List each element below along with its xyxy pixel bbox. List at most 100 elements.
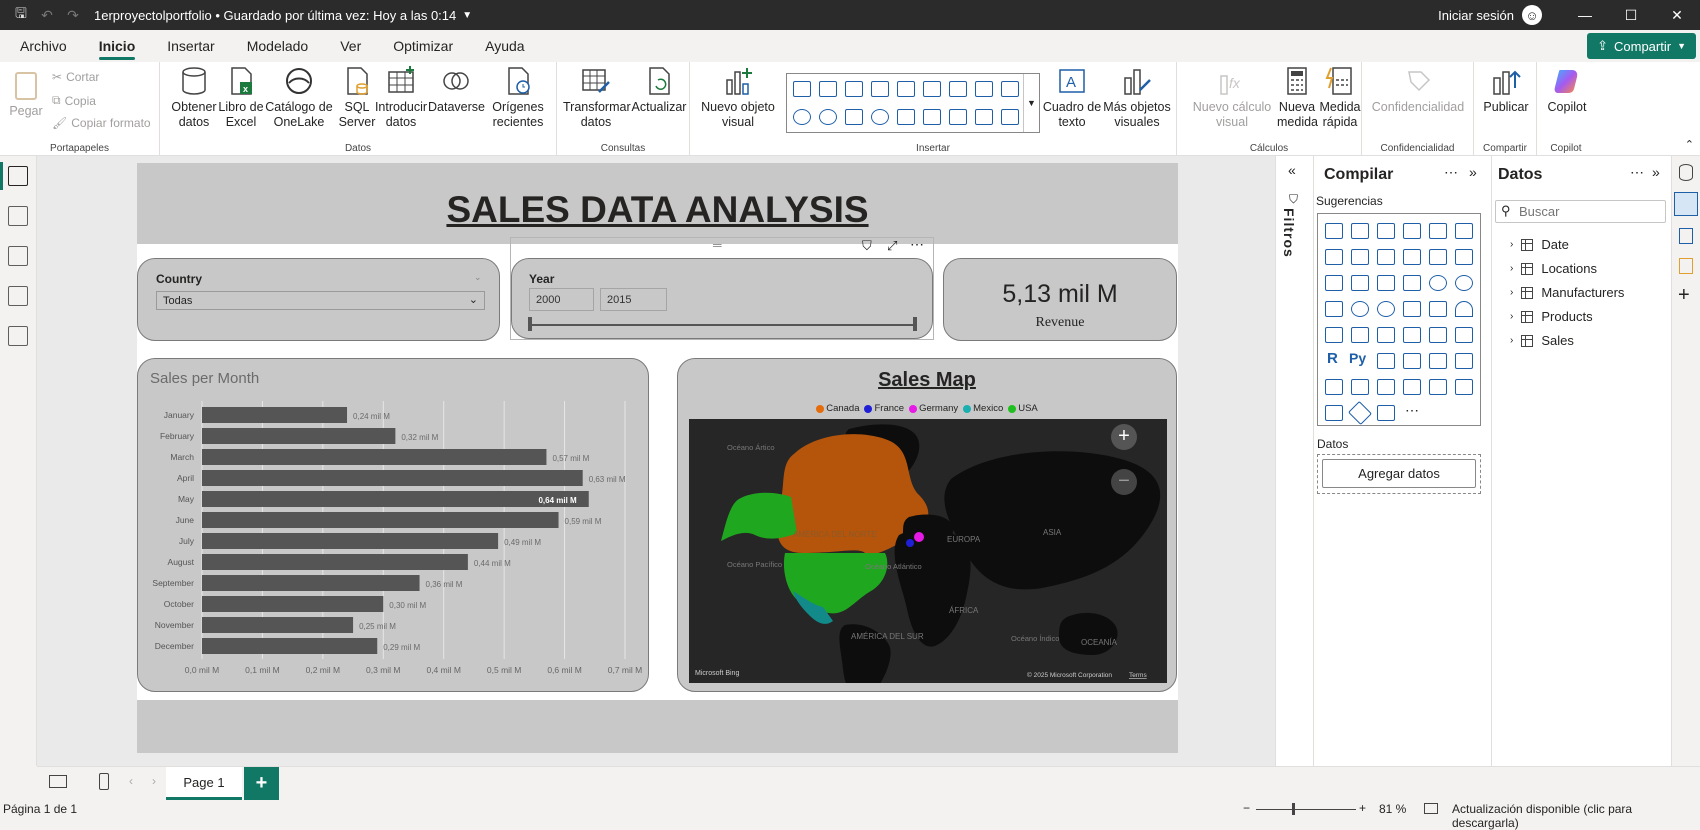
gallery-visual-icon[interactable]	[1001, 109, 1019, 125]
bar-may[interactable]	[202, 491, 589, 507]
matrix-icon[interactable]	[1455, 327, 1473, 343]
more-options-icon[interactable]: ⋯	[1444, 164, 1458, 181]
new-visual-button[interactable]: Nuevo objeto visual	[700, 66, 776, 130]
copilot-visual-icon[interactable]	[1377, 405, 1395, 421]
dataverse-button[interactable]: Dataverse	[428, 66, 485, 115]
visual-gallery[interactable]: ▼	[786, 73, 1040, 133]
revenue-card[interactable]: 5,13 mil M Revenue	[943, 258, 1177, 341]
paste-button[interactable]: Pegar	[8, 66, 44, 119]
area-chart-icon[interactable]	[1351, 249, 1369, 265]
country-slicer[interactable]: Country ⌄ Todas ⌄	[137, 258, 500, 341]
map-svg[interactable]: Océano Ártico AMÉRICA DEL NORTE EUROPA A…	[689, 419, 1167, 683]
gauge-icon[interactable]	[1455, 301, 1473, 317]
collapse-pane-icon[interactable]: »	[1652, 164, 1660, 180]
excel-button[interactable]: x Libro de Excel	[218, 66, 264, 130]
table-icon[interactable]	[1429, 327, 1447, 343]
qa-icon[interactable]	[1429, 353, 1447, 369]
slicer-icon[interactable]	[1403, 327, 1421, 343]
new-measure-button[interactable]: Nueva medida	[1277, 66, 1318, 130]
gallery-visual-icon[interactable]	[845, 109, 863, 125]
sales-map-card[interactable]: Sales Map Canada France Germany Mexico USA O…	[677, 358, 1177, 692]
transform-data-button[interactable]: Transformar datos	[563, 66, 631, 130]
key-influencers-icon[interactable]	[1377, 353, 1395, 369]
more-options-icon[interactable]: ⋯	[1630, 164, 1644, 181]
button-slicer-icon[interactable]	[1455, 379, 1473, 395]
expand-filters-icon[interactable]: «	[1288, 162, 1296, 178]
gallery-visual-icon[interactable]	[975, 109, 993, 125]
chevron-down-icon[interactable]: ▼	[462, 10, 472, 21]
quick-measure-button[interactable]: Medida rápida	[1319, 66, 1361, 130]
100-column-chart-icon[interactable]	[1455, 223, 1473, 239]
zoom-level[interactable]: 81 %	[1379, 802, 1406, 816]
bar-december[interactable]	[202, 638, 378, 654]
gallery-visual-icon[interactable]	[897, 109, 915, 125]
zoom-out-icon[interactable]: −	[1243, 801, 1250, 815]
shape-map-icon[interactable]	[1403, 301, 1421, 317]
more-visuals-button[interactable]: Más objetos visuales	[1102, 66, 1172, 130]
map-icon[interactable]	[1351, 301, 1369, 317]
data-pane-icon[interactable]	[1679, 164, 1693, 181]
zoom-slider[interactable]	[1256, 809, 1356, 810]
kpi-icon[interactable]	[1377, 327, 1395, 343]
gallery-visual-icon[interactable]	[923, 109, 941, 125]
bar-september[interactable]	[202, 575, 420, 591]
cut-button[interactable]: ✂ Cortar	[52, 70, 99, 84]
line-chart-icon[interactable]	[1325, 249, 1343, 265]
close-icon[interactable]: ✕	[1654, 0, 1700, 30]
bar-january[interactable]	[202, 407, 348, 423]
gallery-visual-icon[interactable]	[975, 81, 993, 97]
get-data-button[interactable]: Obtener datos	[170, 66, 218, 130]
stacked-column-chart-icon[interactable]	[1351, 223, 1369, 239]
tab-archivo[interactable]: Archivo	[4, 30, 83, 62]
decomposition-tree-icon[interactable]	[1403, 353, 1421, 369]
add-data-button[interactable]: Agregar datos	[1322, 459, 1476, 488]
format-painter-button[interactable]: 🖌 Copiar formato	[52, 116, 151, 130]
signin-button[interactable]: Iniciar sesión	[1438, 8, 1514, 23]
gallery-visual-icon[interactable]	[793, 81, 811, 97]
redo-icon[interactable]: ↷	[60, 0, 86, 30]
document-title[interactable]: 1erproyectolportfolio • Guardado por últ…	[94, 8, 456, 23]
multi-row-card-icon[interactable]	[1351, 327, 1369, 343]
tab-insertar[interactable]: Insertar	[151, 30, 230, 62]
smart-narrative-icon[interactable]	[1455, 353, 1473, 369]
gallery-visual-icon[interactable]	[793, 109, 811, 125]
tab-ayuda[interactable]: Ayuda	[469, 30, 540, 62]
next-page-icon[interactable]: ›	[152, 774, 156, 788]
power-automate-icon[interactable]	[1429, 379, 1447, 395]
prev-page-icon[interactable]: ‹	[129, 774, 133, 788]
gallery-visual-icon[interactable]	[871, 109, 889, 125]
year-from-input[interactable]: 2000	[529, 288, 594, 311]
filter-icon[interactable]: ⛉	[862, 238, 872, 254]
python-visual-icon[interactable]: Py	[1349, 350, 1366, 366]
update-available-link[interactable]: Actualización disponible (clic para desc…	[1452, 802, 1700, 830]
onelake-button[interactable]: Catálogo de OneLake	[264, 66, 334, 130]
metrics-icon[interactable]	[1325, 379, 1343, 395]
maximize-icon[interactable]: ☐	[1608, 0, 1654, 30]
collapse-ribbon-icon[interactable]: ⌃	[1685, 138, 1694, 151]
filled-map-icon[interactable]	[1377, 301, 1395, 317]
copilot-button[interactable]: Copilot	[1541, 66, 1593, 115]
zoom-out-button[interactable]: −	[1111, 469, 1137, 495]
field-table-manufacturers[interactable]: › Manufacturers	[1510, 285, 1624, 300]
field-table-date[interactable]: › Date	[1510, 237, 1569, 252]
recent-sources-button[interactable]: Orígenes recientes	[488, 66, 548, 130]
bar-october[interactable]	[202, 596, 384, 612]
line-stacked-column-icon[interactable]	[1455, 249, 1473, 265]
more-visuals-icon[interactable]: ⋯	[1405, 402, 1419, 419]
bar-november[interactable]	[202, 617, 354, 633]
tab-inicio[interactable]: Inicio	[83, 30, 152, 62]
report-view-icon[interactable]	[8, 166, 28, 186]
gallery-visual-icon[interactable]	[871, 81, 889, 97]
table-view-icon[interactable]	[8, 206, 28, 226]
field-table-sales[interactable]: › Sales	[1510, 333, 1574, 348]
zoom-slider-thumb[interactable]	[1292, 803, 1295, 815]
undo-icon[interactable]: ↶	[34, 0, 60, 30]
share-button[interactable]: ⇪ Compartir ▼	[1587, 33, 1696, 59]
gallery-visual-icon[interactable]	[819, 81, 837, 97]
gallery-visual-icon[interactable]	[1001, 81, 1019, 97]
gallery-visual-icon[interactable]	[949, 109, 967, 125]
line-column-chart-icon[interactable]	[1429, 249, 1447, 265]
minimize-icon[interactable]: —	[1562, 0, 1608, 30]
gallery-visual-icon[interactable]	[949, 81, 967, 97]
fit-to-page-icon[interactable]	[1424, 803, 1438, 814]
